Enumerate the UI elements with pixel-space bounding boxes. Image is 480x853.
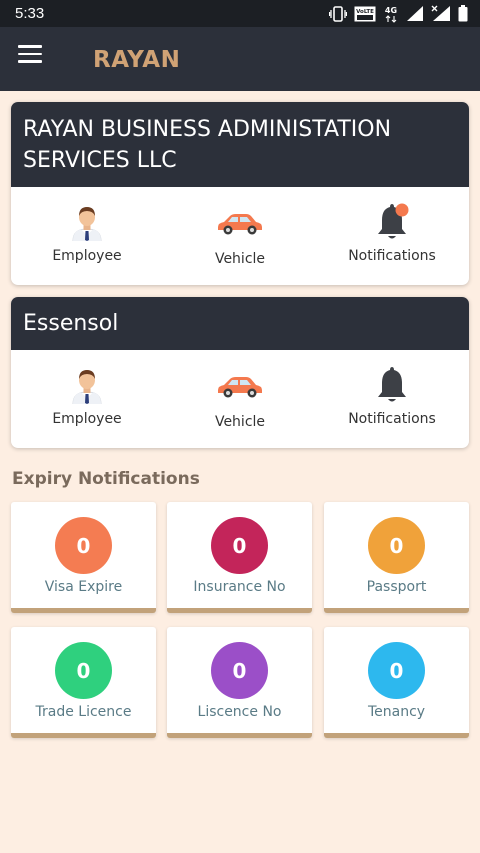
company-card-essensol: Essensol Employee Vehicle Notifications [11, 297, 469, 448]
bell-icon [378, 203, 409, 239]
signal-x-icon [431, 5, 450, 21]
employee-label: Employee [52, 411, 122, 427]
trade-licence-card[interactable]: 0 Trade Licence [11, 627, 156, 738]
tenancy-card[interactable]: 0 Tenancy [324, 627, 469, 738]
card-label: Passport [366, 579, 427, 595]
vehicle-label: Vehicle [214, 414, 266, 430]
card-label: Liscence No [197, 704, 282, 720]
notification-badge [395, 203, 409, 217]
count-badge: 0 [55, 517, 112, 574]
volte-text: VoLTE [356, 9, 374, 15]
card-label: Tenancy [367, 704, 426, 720]
notifications-button[interactable]: Notifications [316, 187, 468, 285]
bell-icon [378, 367, 406, 402]
company-actions: Employee Vehicle Notifications [11, 350, 469, 448]
car-icon [218, 214, 262, 235]
hamburger-menu-icon[interactable] [18, 45, 46, 67]
count-badge: 0 [55, 642, 112, 699]
vehicle-label: Vehicle [214, 251, 266, 267]
count-badge: 0 [368, 517, 425, 574]
visa-expire-card[interactable]: 0 Visa Expire [11, 502, 156, 613]
passport-card[interactable]: 0 Passport [324, 502, 469, 613]
vehicle-button[interactable]: Vehicle [164, 187, 316, 285]
employee-button[interactable]: Employee [11, 187, 163, 285]
company-header[interactable]: Essensol [11, 297, 469, 350]
notifications-label: Notifications [348, 248, 436, 264]
notifications-button[interactable]: Notifications [316, 350, 468, 448]
company-actions: Employee Vehicle Notifications [11, 187, 469, 285]
employee-button[interactable]: Employee [11, 350, 163, 448]
vibrate-icon [329, 5, 347, 22]
card-label: Insurance No [193, 579, 286, 595]
company-name: Essensol [23, 311, 119, 336]
company-header[interactable]: RAYAN BUSINESS ADMINISTATION SERVICES LL… [11, 102, 469, 187]
battery-icon [458, 5, 468, 22]
status-time: 5:33 [15, 5, 45, 22]
employee-icon [72, 207, 102, 241]
card-label: Visa Expire [44, 579, 123, 595]
card-label: Trade Licence [35, 704, 132, 720]
company-name-line-2: SERVICES LLC [23, 147, 177, 173]
signal-icon [407, 6, 423, 21]
liscence-no-card[interactable]: 0 Liscence No [167, 627, 312, 738]
4g-icon: 4G [385, 6, 397, 23]
company-name-line-1: RAYAN BUSINESS ADMINISTATION [23, 116, 392, 142]
app-bar: RAYAN [0, 27, 480, 91]
status-bar: 5:33 VoLTE 4G [0, 0, 480, 27]
notifications-label: Notifications [348, 411, 436, 427]
vehicle-button[interactable]: Vehicle [164, 350, 316, 448]
count-badge: 0 [211, 642, 268, 699]
car-icon [218, 377, 262, 398]
status-icons: VoLTE 4G [329, 4, 468, 23]
count-badge: 0 [368, 642, 425, 699]
network-text: 4G [385, 6, 397, 15]
employee-label: Employee [52, 248, 122, 264]
company-card-rayan: RAYAN BUSINESS ADMINISTATION SERVICES LL… [11, 102, 469, 285]
count-badge: 0 [211, 517, 268, 574]
insurance-no-card[interactable]: 0 Insurance No [167, 502, 312, 613]
employee-icon [72, 370, 102, 404]
app-title: RAYAN [93, 47, 181, 73]
volte-icon: VoLTE [354, 6, 376, 21]
expiry-section-title: Expiry Notifications [12, 469, 200, 489]
